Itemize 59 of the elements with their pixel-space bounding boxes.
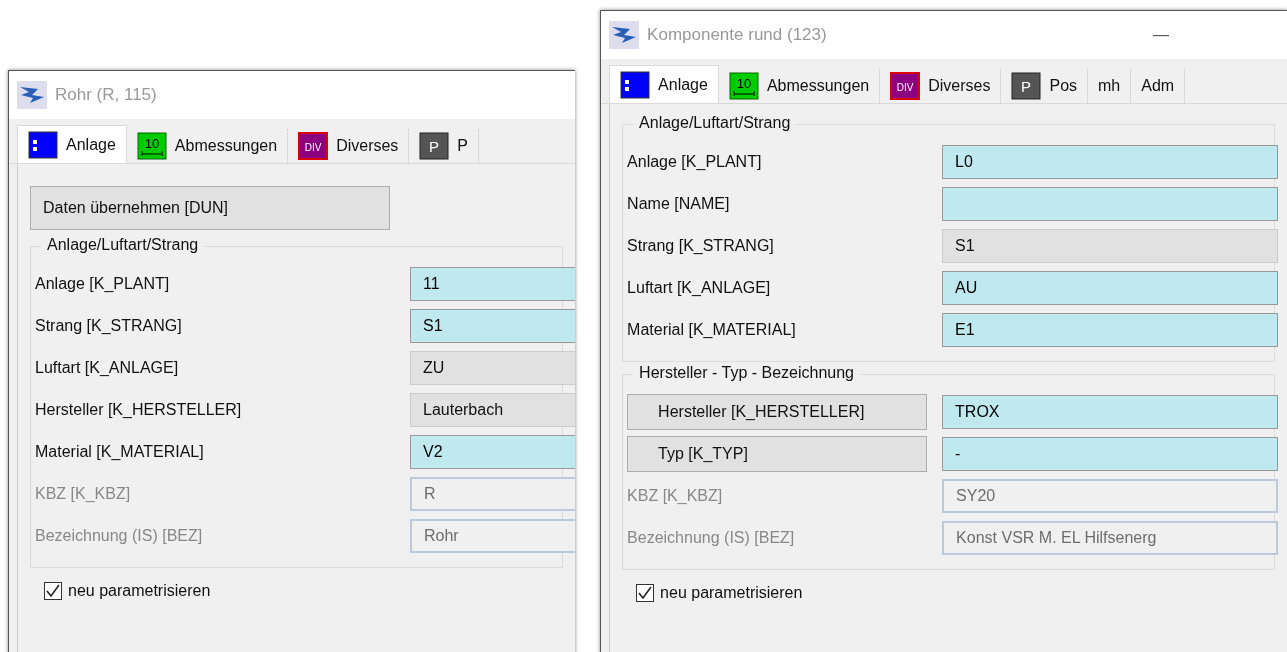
- tab[interactable]: Anlage: [609, 65, 719, 103]
- panel-icon: [28, 130, 58, 159]
- tab[interactable]: 10 Abmessungen: [126, 129, 289, 163]
- div-icon: DIV: [890, 72, 921, 100]
- panel-icon: [620, 70, 651, 99]
- input-field[interactable]: 11: [410, 267, 576, 301]
- field-label: Bezeichnung (IS) [BEZ]: [626, 529, 796, 547]
- checkbox[interactable]: [44, 582, 62, 600]
- field-label: Strang [K_STRANG]: [626, 237, 775, 255]
- div-icon: DIV: [298, 132, 329, 160]
- tab[interactable]: P P: [409, 129, 480, 163]
- input-field[interactable]: E1: [942, 313, 1278, 347]
- group-title: Anlage/Luftart/Strang: [633, 114, 797, 132]
- input-field[interactable]: TROX: [942, 395, 1278, 429]
- flag-icon: P: [1011, 72, 1042, 100]
- apply-data-button[interactable]: Daten übernehmen [DUN]: [30, 186, 390, 230]
- dimension-icon: 10: [728, 72, 759, 100]
- field-label: Bezeichnung (IS) [BEZ]: [34, 527, 204, 545]
- input-field[interactable]: -: [942, 437, 1278, 471]
- input-field[interactable]: S1: [410, 309, 576, 343]
- checkbox[interactable]: [636, 584, 655, 602]
- field-label: KBZ [K_KBZ]: [626, 487, 724, 505]
- field-label: Anlage [K_PLANT]: [626, 153, 763, 171]
- tab[interactable]: Adm: [1131, 69, 1186, 103]
- input-field[interactable]: V2: [410, 435, 576, 469]
- input-field[interactable]: S1: [942, 229, 1278, 263]
- input-field[interactable]: L0: [942, 145, 1278, 179]
- tab[interactable]: DIV Diverses: [288, 129, 410, 163]
- dimension-icon: 10: [136, 132, 167, 160]
- checkbox-label: neu parametrisieren: [660, 584, 803, 602]
- field-label: Luftart [K_ANLAGE]: [34, 359, 180, 377]
- tab[interactable]: DIV Diverses: [880, 69, 1002, 103]
- lookup-button[interactable]: Hersteller [K_HERSTELLER]: [627, 394, 928, 430]
- tab[interactable]: 10 Abmessungen: [718, 69, 881, 103]
- input-field[interactable]: Lauterbach: [410, 393, 576, 427]
- field-label: Material [K_MATERIAL]: [34, 443, 205, 461]
- minimize-button[interactable]: —: [1153, 26, 1169, 44]
- tab[interactable]: mh: [1088, 69, 1132, 103]
- app-icon: [17, 81, 47, 109]
- tab[interactable]: Anlage: [17, 125, 127, 163]
- app-icon: [609, 21, 640, 49]
- input-field[interactable]: AU: [942, 271, 1278, 305]
- checkbox-label: neu parametrisieren: [68, 582, 211, 600]
- group-title: Anlage/Luftart/Strang: [41, 236, 205, 254]
- lookup-button[interactable]: Typ [K_TYP]: [627, 436, 928, 472]
- group-title: Hersteller - Typ - Bezeichnung: [633, 364, 860, 382]
- window-title: Komponente rund (123): [647, 25, 828, 45]
- field-label: Material [K_MATERIAL]: [626, 321, 797, 339]
- tab[interactable]: P Pos: [1001, 69, 1089, 103]
- flag-icon: P: [419, 132, 450, 160]
- input-field[interactable]: ZU: [410, 351, 576, 385]
- field-label: Hersteller [K_HERSTELLER]: [34, 401, 243, 419]
- input-field[interactable]: [942, 187, 1278, 221]
- field-label: Luftart [K_ANLAGE]: [626, 279, 772, 297]
- field-label: KBZ [K_KBZ]: [34, 485, 132, 503]
- window-title: Rohr (R, 115): [55, 85, 158, 105]
- field-label: Anlage [K_PLANT]: [34, 275, 171, 293]
- field-label: Strang [K_STRANG]: [34, 317, 183, 335]
- field-label: Name [NAME]: [626, 195, 731, 213]
